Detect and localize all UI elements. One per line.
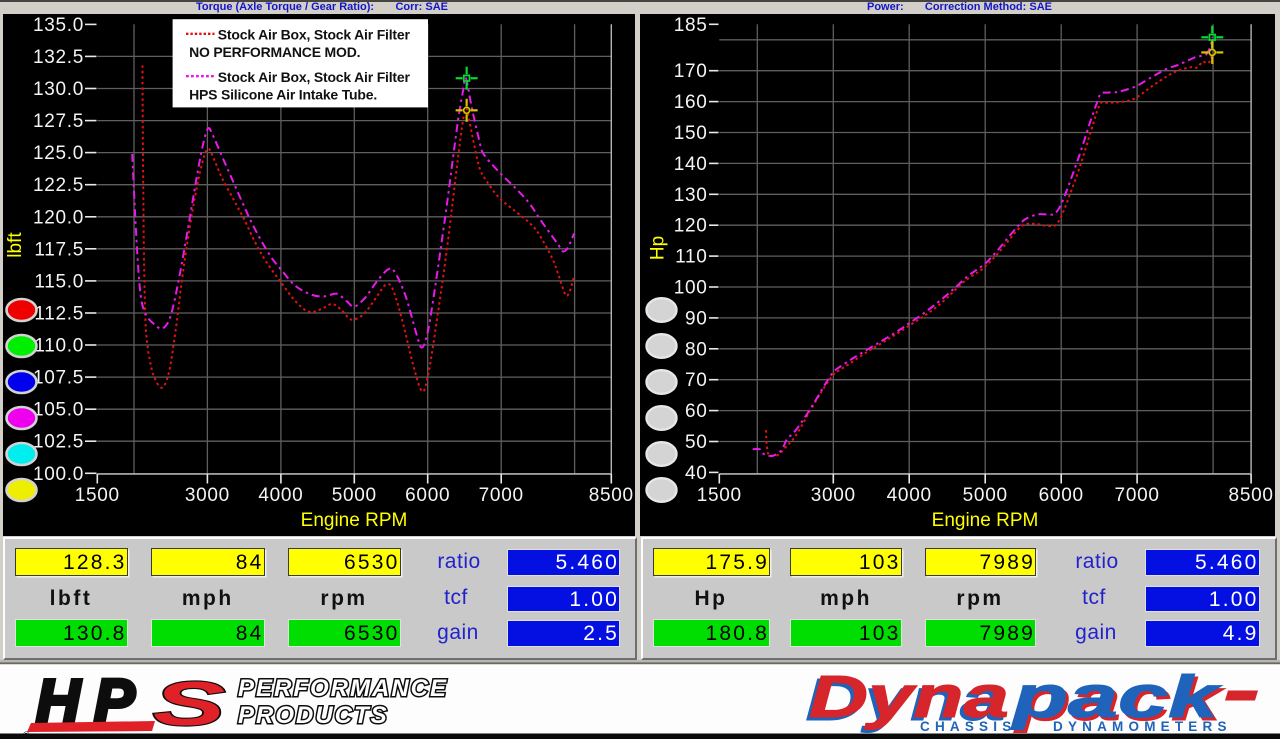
- svg-text:130: 130: [674, 185, 708, 206]
- svg-text:117.5: 117.5: [34, 239, 84, 260]
- svg-text:8500: 8500: [589, 485, 634, 506]
- svg-text:7000: 7000: [479, 485, 524, 506]
- svg-text:160: 160: [674, 92, 708, 113]
- svg-text:Hp: Hp: [648, 236, 669, 260]
- svg-text:102.5: 102.5: [33, 432, 84, 453]
- svg-text:150: 150: [674, 123, 708, 144]
- svg-text:70: 70: [685, 370, 708, 391]
- svg-text:5000: 5000: [963, 485, 1008, 506]
- svg-text:170: 170: [674, 61, 708, 82]
- svg-text:110: 110: [675, 247, 707, 268]
- svg-text:PERFORMANCE: PERFORMANCE: [238, 675, 448, 702]
- svg-text:Stock Air Box, Stock Air Filte: Stock Air Box, Stock Air Filter: [218, 27, 411, 43]
- svg-text:1500: 1500: [697, 485, 742, 506]
- svg-text:130.0: 130.0: [33, 79, 84, 100]
- svg-text:3000: 3000: [185, 485, 230, 506]
- svg-text:112.5: 112.5: [34, 304, 84, 325]
- svg-text:100.0: 100.0: [33, 464, 84, 485]
- svg-text:40: 40: [685, 463, 708, 484]
- svg-text:Engine RPM: Engine RPM: [932, 510, 1039, 531]
- svg-text:6000: 6000: [405, 485, 450, 506]
- svg-text:6000: 6000: [1039, 485, 1084, 506]
- svg-text:105.0: 105.0: [33, 400, 84, 421]
- svg-text:HPS Silicone Air Intake Tube.: HPS Silicone Air Intake Tube.: [189, 87, 377, 103]
- svg-text:135.0: 135.0: [33, 15, 84, 36]
- svg-text:S: S: [153, 669, 225, 738]
- svg-text:50: 50: [685, 432, 708, 453]
- svg-text:90: 90: [685, 308, 708, 329]
- svg-text:185: 185: [674, 15, 708, 36]
- svg-text:140: 140: [674, 154, 708, 175]
- svg-text:120.0: 120.0: [33, 207, 84, 228]
- svg-text:PRODUCTS: PRODUCTS: [238, 702, 389, 729]
- svg-text:107.5: 107.5: [33, 368, 84, 389]
- svg-text:Engine RPM: Engine RPM: [301, 510, 408, 531]
- svg-text:Stock Air Box, Stock Air Filte: Stock Air Box, Stock Air Filter: [218, 69, 411, 85]
- svg-text:8500: 8500: [1229, 485, 1274, 506]
- svg-text:120: 120: [674, 216, 708, 237]
- svg-text:1500: 1500: [75, 485, 120, 506]
- svg-text:lbft: lbft: [5, 232, 26, 258]
- svg-text:4000: 4000: [258, 485, 303, 506]
- svg-text:4000: 4000: [887, 485, 932, 506]
- svg-text:NO PERFORMANCE MOD.: NO PERFORMANCE MOD.: [189, 44, 360, 60]
- svg-text:132.5: 132.5: [33, 47, 84, 68]
- svg-text:7000: 7000: [1115, 485, 1160, 506]
- svg-text:3000: 3000: [811, 485, 856, 506]
- svg-text:®: ®: [23, 730, 30, 739]
- svg-text:115.0: 115.0: [34, 271, 84, 292]
- svg-text:DYNAMOMETERS: DYNAMOMETERS: [1053, 719, 1232, 734]
- svg-text:60: 60: [685, 401, 708, 422]
- svg-text:122.5: 122.5: [33, 175, 84, 196]
- svg-text:100: 100: [674, 278, 708, 299]
- svg-text:110.0: 110.0: [34, 336, 84, 357]
- svg-text:5000: 5000: [332, 485, 377, 506]
- svg-text:80: 80: [685, 339, 708, 360]
- svg-text:125.0: 125.0: [33, 143, 84, 164]
- svg-text:127.5: 127.5: [33, 111, 84, 132]
- svg-text:CHASSIS: CHASSIS: [920, 719, 1016, 734]
